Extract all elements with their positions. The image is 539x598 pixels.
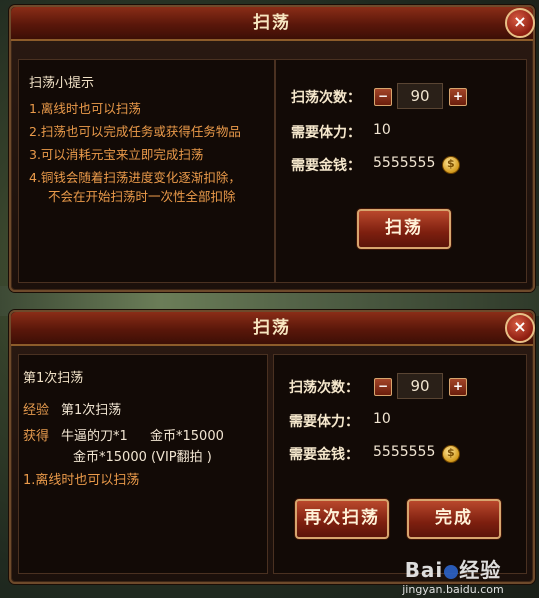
coin-icon [442,445,460,463]
sweep-button[interactable]: 扫荡 [357,209,451,249]
obtained-vip-gold: 金币*15000 (VIP翻拍 ) [73,450,212,465]
sweep-count-input[interactable]: 90 [397,373,443,399]
coin-icon [442,156,460,174]
tip-item: 不会在开始扫荡时一次性全部扣除 [48,189,236,204]
close-button[interactable]: × [505,313,535,343]
done-button[interactable]: 完成 [407,499,501,539]
sweep-count-input[interactable]: 90 [397,83,443,109]
increment-button[interactable]: + [449,88,467,106]
sweep-settings-panel: 扫荡次数： − 90 + 需要体力： 10 需要金钱： 5555555 再次扫荡… [273,354,527,574]
tip-item: 1.离线时也可以扫荡 [23,473,140,488]
sweep-settings-panel: 扫荡次数： − 90 + 需要体力： 10 需要金钱： 5555555 扫荡 [275,59,527,283]
gold-label: 需要金钱： [291,158,361,174]
tip-item: 2.扫荡也可以完成任务或获得任务物品 [29,124,241,139]
stamina-value: 10 [373,122,391,138]
sweep-result-dialog: 扫荡 × 第1次扫荡 经验 第1次扫荡 获得 牛逼的刀*1 金币*15000 金… [9,310,535,584]
gold-value: 5555555 [373,444,436,460]
increment-button[interactable]: + [449,378,467,396]
decrement-button[interactable]: − [374,378,392,396]
decrement-button[interactable]: − [374,88,392,106]
gold-label: 需要金钱： [289,447,359,463]
tips-title: 扫荡小提示 [29,76,95,91]
result-panel: 第1次扫荡 经验 第1次扫荡 获得 牛逼的刀*1 金币*15000 金币*150… [18,354,268,574]
exp-value: 第1次扫荡 [61,403,122,418]
paw-icon [444,564,459,579]
close-button[interactable]: × [505,8,535,38]
tip-item: 3.可以消耗元宝来立即完成扫荡 [29,147,204,162]
tip-item: 4.铜钱会随着扫荡进度变化逐渐扣除， [29,170,241,185]
sweep-count-label: 扫荡次数： [289,380,359,396]
obtained-item: 牛逼的刀*1 [61,429,128,444]
dialog-title: 扫荡 [11,7,533,41]
stamina-value: 10 [373,411,391,427]
stamina-label: 需要体力： [291,125,361,141]
round-title: 第1次扫荡 [23,371,84,386]
watermark-url: jingyan.baidu.com [402,583,504,596]
obtained-gold: 金币*15000 [150,429,224,444]
dialog-title: 扫荡 [11,312,533,346]
obtain-label: 获得 [23,429,50,444]
baidu-logo: Bai 经验 [404,558,502,582]
tip-item: 1.离线时也可以扫荡 [29,101,141,116]
tips-panel: 扫荡小提示 1.离线时也可以扫荡 2.扫荡也可以完成任务或获得任务物品 3.可以… [18,59,275,283]
sweep-dialog: 扫荡 × 扫荡小提示 1.离线时也可以扫荡 2.扫荡也可以完成任务或获得任务物品… [9,5,535,292]
gold-value: 5555555 [373,155,436,171]
sweep-again-button[interactable]: 再次扫荡 [295,499,389,539]
stamina-label: 需要体力： [289,414,359,430]
baidu-watermark: Bai 经验 jingyan.baidu.com [383,554,523,596]
exp-label: 经验 [23,403,50,418]
sweep-count-label: 扫荡次数： [291,90,361,106]
